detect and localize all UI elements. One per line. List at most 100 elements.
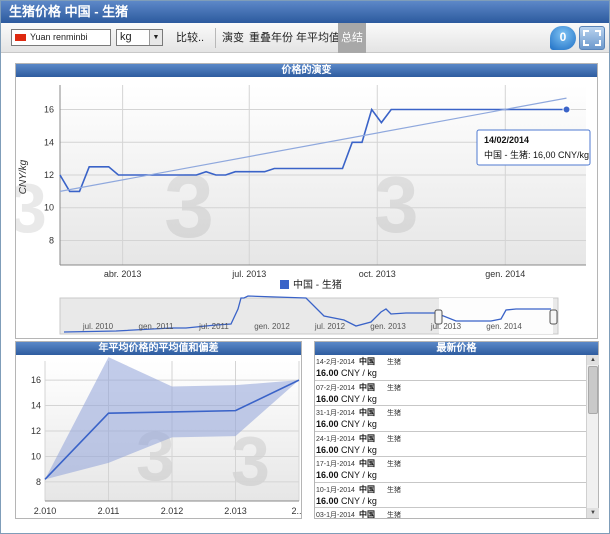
svg-text:3: 3	[374, 160, 419, 249]
chat-count: 0	[559, 30, 567, 44]
tab-overlap-years[interactable]: 重叠年份	[246, 23, 296, 53]
y-axis-label: CNY/kg	[18, 159, 29, 194]
app-window: 生猪价格 中国 - 生猪 Yuan renminbi kg ▼ 比较.. 演变 …	[0, 0, 610, 534]
price-value: 16.00 CNY / kg	[316, 393, 377, 404]
avg-y-tick-label: 8	[36, 477, 41, 487]
price-date: 31-1月-2014	[316, 410, 355, 417]
price-country: 中国	[359, 510, 375, 518]
y-tick-label: 12	[44, 170, 54, 180]
range-navigator[interactable]: jul. 2010 gen. 2011 jul. 2011 gen. 2012 jul.…	[59, 295, 559, 335]
price-date: 07-2月-2014	[316, 384, 355, 392]
fullscreen-icon[interactable]	[579, 26, 605, 50]
tab-annual-average[interactable]: 年平均值	[293, 23, 343, 53]
price-product: 生猪	[387, 461, 401, 468]
price-product: 生猪	[387, 435, 401, 443]
evolution-panel: 价格的演变 3 3 3 8 10 12 14 16 abr. 2013 jul. 2013…	[15, 63, 598, 339]
y-tick-label: 14	[44, 137, 54, 147]
x-tick-label: oct. 2013	[359, 269, 396, 279]
y-tick-label: 8	[49, 235, 54, 245]
avg-y-tick-label: 10	[31, 451, 41, 461]
price-value: 16.00 CNY / kg	[316, 368, 377, 378]
price-product: 生猪	[387, 359, 401, 366]
price-date: 03-1月-2014	[316, 512, 355, 518]
compare-button[interactable]: 比较..	[173, 23, 207, 53]
navigator-label: gen. 2011	[139, 322, 175, 331]
price-date: 14-2月-2014	[316, 359, 355, 366]
average-chart[interactable]: 3 3 810121416 2.0102.0112.0122.0132....	[16, 355, 301, 518]
price-value: 16.00 CNY / kg	[316, 444, 377, 455]
price-country: 中国	[359, 484, 375, 494]
unit-label: kg	[120, 31, 132, 43]
legend-swatch	[280, 280, 289, 289]
legend[interactable]: 中国 - 生猪	[280, 278, 342, 291]
navigator-label: jul. 2011	[198, 322, 229, 331]
toolbar: Yuan renminbi kg ▼ 比较.. 演变 重叠年份 年平均值 总结 …	[1, 23, 609, 53]
hover-point[interactable]	[562, 105, 571, 114]
tab-summary[interactable]: 总结	[338, 23, 366, 53]
latest-prices-panel: 最新价格 14-2月-2014 中国 生猪 16.00 CNY / kg 07-2月-2…	[314, 341, 599, 519]
x-tick-label: gen. 2014	[485, 269, 525, 279]
navigator-label: jul. 2012	[314, 322, 346, 331]
y-tick-label: 16	[44, 105, 54, 115]
price-country: 中国	[359, 357, 375, 366]
navigator-label: gen. 2014	[486, 322, 522, 331]
x-tick-label: abr. 2013	[104, 269, 142, 279]
currency-select[interactable]: Yuan renminbi	[11, 29, 111, 46]
tooltip: 14/02/2014 中国 - 生猪: 16,00 CNY/kg	[476, 129, 591, 166]
avg-x-tick-label: 2.012	[161, 506, 184, 516]
china-flag-icon	[15, 34, 26, 41]
tooltip-date: 14/02/2014	[484, 135, 529, 145]
price-row[interactable]: 17-1月-2014 中国 生猪 16.00 CNY / kg	[315, 457, 587, 483]
navigator-label: gen. 2013	[370, 322, 406, 331]
legend-label: 中国 - 生猪	[293, 278, 342, 291]
price-row[interactable]: 07-2月-2014 中国 生猪 16.00 CNY / kg	[315, 381, 587, 406]
navigator-right-handle[interactable]	[549, 309, 558, 325]
price-row[interactable]: 31-1月-2014 中国 生猪 16.00 CNY / kg	[315, 406, 587, 432]
price-country: 中国	[359, 408, 375, 417]
avg-y-tick-label: 12	[31, 426, 41, 436]
scroll-up-icon[interactable]: ▲	[587, 355, 599, 365]
tooltip-text: 中国 - 生猪: 16,00 CNY/kg	[484, 149, 589, 160]
navigator-label: jul. 2010	[82, 322, 114, 331]
navigator-label: gen. 2012	[254, 322, 290, 331]
price-row[interactable]: 10-1月-2014 中国 生猪 16.00 CNY / kg	[315, 483, 587, 508]
avg-y-tick-label: 14	[31, 401, 41, 411]
price-value: 16.00 CNY / kg	[316, 470, 377, 480]
window-title: 生猪价格 中国 - 生猪	[1, 1, 609, 23]
avg-x-tick-label: 2.010	[34, 506, 57, 516]
navigator-label: jul. 2013	[430, 322, 462, 331]
avg-x-tick-label: 2....	[291, 506, 301, 516]
navigator-left-handle[interactable]	[434, 309, 443, 325]
y-tick-label: 10	[44, 203, 54, 213]
evolution-title: 价格的演变	[16, 64, 597, 77]
price-date: 10-1月-2014	[316, 486, 355, 494]
price-row[interactable]: 03-1月-2014 中国 生猪	[315, 508, 587, 518]
price-row[interactable]: 14-2月-2014 中国 生猪 16.00 CNY / kg	[315, 355, 587, 381]
price-product: 生猪	[387, 384, 401, 392]
price-product: 生猪	[387, 512, 401, 518]
scroll-down-icon[interactable]: ▼	[587, 508, 599, 518]
currency-label: Yuan renminbi	[30, 32, 88, 42]
price-value: 16.00 CNY / kg	[316, 419, 377, 429]
scroll-thumb[interactable]	[588, 366, 598, 414]
price-product: 生猪	[387, 486, 401, 494]
unit-select[interactable]: kg ▼	[116, 29, 163, 46]
price-list-scrollbar[interactable]: ▲ ▼	[586, 355, 599, 518]
price-row[interactable]: 24-1月-2014 中国 生猪 16.00 CNY / kg	[315, 432, 587, 457]
chat-icon[interactable]: 0	[550, 26, 576, 50]
chevron-down-icon: ▼	[149, 30, 162, 45]
average-title: 年平均价格的平均值和偏差	[16, 342, 301, 355]
avg-x-tick-label: 2.013	[224, 506, 247, 516]
evolution-chart[interactable]: 3 3 3 810121416 abr. 2013 jul. 2013 oct. 2…	[16, 77, 597, 338]
price-product: 生猪	[387, 410, 401, 417]
x-tick-label: jul. 2013	[231, 269, 266, 279]
tab-evolution[interactable]: 演变	[219, 23, 247, 53]
price-country: 中国	[359, 382, 375, 392]
avg-x-tick-label: 2.011	[98, 506, 120, 516]
price-value: 16.00 CNY / kg	[316, 495, 377, 506]
price-country: 中国	[359, 459, 375, 468]
price-date: 24-1月-2014	[316, 435, 355, 443]
price-country: 中国	[359, 433, 375, 443]
price-date: 17-1月-2014	[316, 461, 355, 468]
price-list[interactable]: 14-2月-2014 中国 生猪 16.00 CNY / kg 07-2月-2014 中国…	[315, 355, 587, 518]
